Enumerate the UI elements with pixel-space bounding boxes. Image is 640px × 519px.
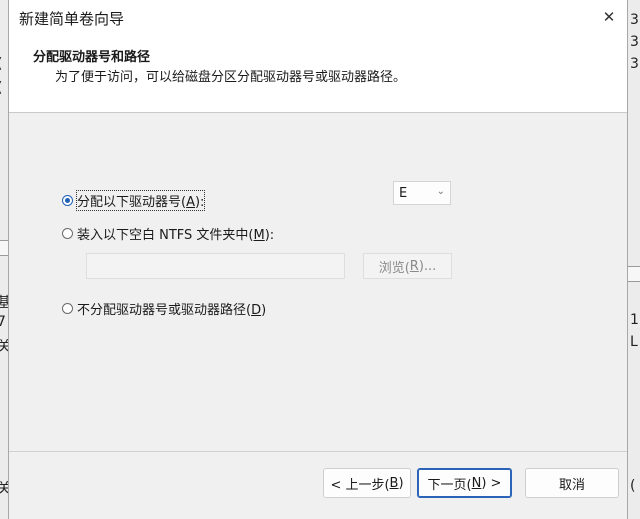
mount-ntfs-folder-option[interactable]: 装入以下空白 NTFS 文件夹中(M): bbox=[62, 224, 274, 243]
page-subtitle: 为了便于访问，可以给磁盘分区分配驱动器号或驱动器路径。 bbox=[55, 70, 407, 85]
cancel-button[interactable]: 取消 bbox=[525, 468, 619, 498]
drive-letter-select[interactable]: E ⌄ bbox=[393, 181, 451, 205]
background-band-left bbox=[0, 240, 8, 256]
no-assign-label[interactable]: 不分配驱动器号或驱动器路径(D) bbox=[77, 299, 266, 318]
background-text-fragment: ( bbox=[0, 56, 2, 72]
background-text-fragment: ( bbox=[0, 80, 2, 96]
assign-drive-letter-option[interactable]: 分配以下驱动器号(A): bbox=[62, 190, 206, 211]
background-text-fragment: 7 bbox=[0, 314, 6, 330]
wizard-content: 分配以下驱动器号(A): E ⌄ 装入以下空白 NTFS 文件夹中(M): 浏览… bbox=[9, 113, 627, 451]
mount-ntfs-folder-radio[interactable] bbox=[62, 228, 73, 239]
chevron-down-icon: ⌄ bbox=[436, 186, 445, 197]
folder-path-input[interactable] bbox=[86, 253, 345, 279]
browse-button[interactable]: 浏览(R)... bbox=[363, 253, 452, 279]
close-button[interactable]: ✕ bbox=[595, 4, 623, 30]
mount-ntfs-folder-label[interactable]: 装入以下空白 NTFS 文件夹中(M): bbox=[77, 224, 274, 243]
background-window-right bbox=[628, 0, 640, 519]
background-text-fragment: L bbox=[630, 334, 638, 350]
assign-drive-letter-label[interactable]: 分配以下驱动器号(A): bbox=[75, 190, 206, 211]
background-text-fragment: 1 bbox=[630, 312, 639, 328]
background-window-left bbox=[0, 0, 8, 519]
background-text-fragment: 3 bbox=[630, 12, 639, 28]
back-button[interactable]: < 上一步(B) bbox=[323, 468, 411, 498]
close-icon: ✕ bbox=[602, 8, 616, 26]
window-title: 新建简单卷向导 bbox=[19, 10, 125, 28]
title-bar[interactable]: 新建简单卷向导 ✕ bbox=[9, 0, 627, 36]
assign-drive-letter-radio[interactable] bbox=[62, 195, 73, 206]
no-assign-radio[interactable] bbox=[62, 303, 73, 314]
background-text-fragment: 3 bbox=[630, 56, 639, 72]
drive-letter-value: E bbox=[399, 185, 408, 201]
wizard-header: 分配驱动器号和路径 为了便于访问，可以给磁盘分区分配驱动器号或驱动器路径。 bbox=[9, 36, 627, 113]
no-assign-option[interactable]: 不分配驱动器号或驱动器路径(D) bbox=[62, 299, 266, 318]
page-title: 分配驱动器号和路径 bbox=[33, 50, 151, 65]
background-band-right bbox=[628, 266, 640, 282]
background-text-fragment: 3 bbox=[630, 34, 639, 50]
footer-divider bbox=[9, 451, 627, 452]
next-button[interactable]: 下一页(N) > bbox=[417, 468, 512, 498]
new-simple-volume-wizard-dialog: 新建简单卷向导 ✕ 分配驱动器号和路径 为了便于访问，可以给磁盘分区分配驱动器号… bbox=[8, 0, 628, 519]
background-text-fragment: ( bbox=[630, 478, 636, 494]
